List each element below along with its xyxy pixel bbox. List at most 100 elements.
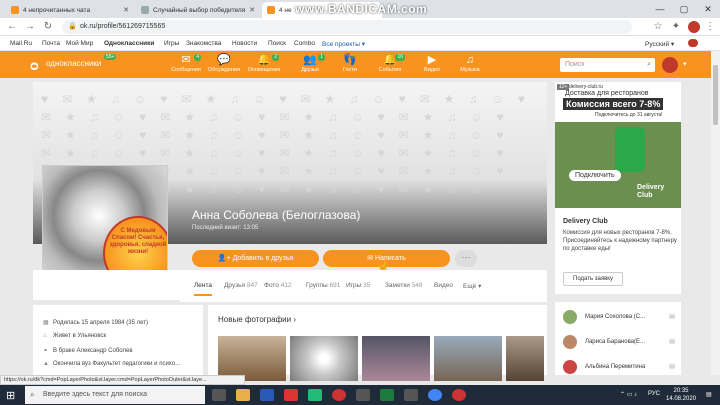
- user-avatar[interactable]: [662, 57, 678, 73]
- nav-item-bell[interactable]: 🔔 Оповещения 2: [246, 54, 282, 73]
- ad-line2: Комиссия всего 7-8%: [563, 98, 664, 110]
- portal-link[interactable]: Знакомства: [186, 40, 221, 47]
- tab-item[interactable]: Группы 691: [306, 282, 340, 289]
- minimize-icon[interactable]: —: [648, 0, 672, 18]
- portal-link[interactable]: Почта: [42, 40, 60, 47]
- message-icon[interactable]: ✉: [669, 338, 675, 346]
- back-icon[interactable]: ←: [6, 21, 18, 32]
- photo-thumbnail[interactable]: [362, 336, 430, 381]
- nav-item-chat[interactable]: 💬 Обсуждения: [206, 54, 242, 73]
- tray-icons[interactable]: ⌃ ▭ ♪: [620, 391, 637, 398]
- user-avatar-icon[interactable]: [688, 39, 698, 47]
- close-window-icon[interactable]: ✕: [696, 0, 720, 18]
- app-icon[interactable]: [284, 389, 298, 401]
- input-language[interactable]: РУС: [648, 391, 660, 397]
- clock-time: 20:35: [673, 388, 689, 394]
- word-icon[interactable]: [260, 389, 274, 401]
- message-icon[interactable]: ✉: [669, 313, 675, 321]
- nav-item-guests[interactable]: 👣 Гости: [332, 54, 368, 73]
- photo-thumbnail[interactable]: [434, 336, 502, 381]
- windows-taskbar: ⊞ ⌕ Введите здесь текст для поиска ⌃ ▭ ♪ …: [0, 385, 720, 405]
- nav-item-music[interactable]: ♫ Музыка: [452, 54, 488, 73]
- ok-logo-icon[interactable]: ᴑ: [30, 57, 44, 73]
- tab-feed[interactable]: Лента: [194, 282, 212, 296]
- star-icon[interactable]: ☆: [652, 21, 664, 32]
- camera-icon[interactable]: [356, 389, 370, 401]
- info-city[interactable]: ⌂ Живет в Ульяновск: [43, 333, 106, 339]
- extensions-icon[interactable]: ✦: [670, 21, 682, 32]
- ad-cta-button[interactable]: Подключить: [569, 170, 621, 181]
- nav-item-envelope[interactable]: ✉ Сообщения 4: [168, 54, 204, 73]
- tab-item[interactable]: Видео: [434, 282, 453, 289]
- ad-banner[interactable]: 12+ delivery-club.ru Доставка для рестор…: [555, 82, 681, 294]
- portal-link[interactable]: Все проекты ▾: [322, 40, 365, 48]
- windows-start-icon[interactable]: ⊞: [6, 389, 15, 402]
- portal-link[interactable]: Мой Мир: [66, 40, 93, 47]
- tab-item[interactable]: Ещё ▾: [463, 282, 481, 290]
- maximize-icon[interactable]: ▢: [672, 0, 696, 18]
- chevron-down-icon[interactable]: ▾: [683, 60, 687, 68]
- ad-title[interactable]: Delivery Club: [563, 218, 608, 225]
- portal-link[interactable]: Новости: [232, 40, 257, 47]
- excel-icon[interactable]: [380, 389, 394, 401]
- portal-link[interactable]: Mail.Ru: [10, 40, 32, 47]
- chrome-icon[interactable]: [428, 389, 442, 401]
- close-icon[interactable]: ✕: [119, 6, 129, 14]
- friend-name: Альбина Перемитина: [585, 364, 646, 370]
- info-text: В браке Александр Соболев: [53, 348, 133, 354]
- portal-link[interactable]: Поиск: [268, 40, 286, 47]
- tab-item[interactable]: Игры 35: [346, 282, 370, 289]
- submit-application-button[interactable]: Подать заявку: [563, 272, 623, 286]
- friend-item[interactable]: Лариса Баранова(Е... ✉: [563, 335, 679, 349]
- tab-count: 548: [411, 282, 423, 289]
- portal-link[interactable]: Одноклассники: [104, 40, 154, 47]
- ad-image[interactable]: 12+ delivery-club.ru Доставка для рестор…: [555, 82, 681, 208]
- browser-tab[interactable]: 4 непрочитанных чата ✕: [6, 2, 134, 18]
- new-photos-title[interactable]: Новые фотографии ›: [218, 315, 296, 324]
- ok-logo-text[interactable]: одноклассники: [46, 59, 101, 68]
- reload-icon[interactable]: ↻: [42, 21, 54, 32]
- tab-label: Фото: [264, 282, 279, 289]
- nav-item-video[interactable]: ▶ Видео: [414, 54, 450, 73]
- tab-item[interactable]: Заметки 548: [385, 282, 423, 289]
- clock[interactable]: 20:35 14.08.2020: [666, 387, 696, 403]
- portal-link[interactable]: Игры: [164, 40, 179, 47]
- more-button[interactable]: ···: [455, 250, 477, 267]
- photo-thumbnail[interactable]: [290, 336, 358, 381]
- search-input[interactable]: Поиск ⌕: [560, 58, 655, 72]
- opera-icon[interactable]: [332, 389, 346, 401]
- search-icon[interactable]: ⌕: [647, 58, 651, 72]
- info-education[interactable]: ▲ Окончила вуз Факультет педагогики и пси…: [43, 361, 180, 367]
- photo-thumbnail[interactable]: [506, 336, 544, 381]
- profile-avatar-icon[interactable]: [688, 21, 700, 33]
- url-input[interactable]: 🔒 ok.ru/profile/561269715565: [62, 20, 632, 34]
- language-select[interactable]: Русский ▾: [645, 40, 674, 48]
- friend-item[interactable]: Альбина Перемитина ✉: [563, 360, 679, 374]
- add-friend-button[interactable]: 👤+ Добавить в друзья: [192, 250, 319, 267]
- friend-item[interactable]: Мария Сохолова (С... ✉: [563, 310, 679, 324]
- taskbar-search-input[interactable]: ⌕ Введите здесь текст для поиска: [25, 386, 205, 404]
- task-view-icon[interactable]: [212, 389, 226, 401]
- browser-tab[interactable]: Случайный выбор победителя ✕: [136, 2, 260, 18]
- portal-link[interactable]: Combo: [294, 40, 315, 47]
- tab-label: Группы: [306, 282, 328, 289]
- portal-links-bar: Mail.Ru Почта Мой Мир Одноклассники Игры…: [0, 36, 720, 51]
- nav-item-events[interactable]: 🔔 События 16: [372, 54, 408, 73]
- scrollbar-thumb[interactable]: [713, 65, 718, 125]
- forward-icon[interactable]: →: [24, 21, 36, 32]
- info-marriage[interactable]: ⚭ В браке Александр Соболев: [43, 347, 133, 354]
- profile-tabs: Лента Друзья 847 Фото 412 Группы 691 Игры 35…: [180, 270, 547, 302]
- address-bar-row: ← → ↻ 🔒 ok.ru/profile/561269715565 ☆ ✦ ⋮: [0, 18, 720, 36]
- tab-item[interactable]: Фото 412: [264, 282, 292, 289]
- message-icon[interactable]: ✉: [669, 363, 675, 371]
- recording-icon[interactable]: [452, 389, 466, 401]
- close-icon[interactable]: ✕: [245, 6, 255, 14]
- menu-icon[interactable]: ⋮: [704, 21, 716, 32]
- app-icon[interactable]: [308, 389, 322, 401]
- page-scrollbar[interactable]: [711, 51, 720, 375]
- notifications-icon[interactable]: ▤: [706, 391, 712, 398]
- nav-item-friends[interactable]: 👥 Друзья 1: [292, 54, 328, 73]
- tab-item[interactable]: Друзья 847: [224, 282, 258, 289]
- file-explorer-icon[interactable]: [236, 389, 250, 401]
- app-icon[interactable]: [404, 389, 418, 401]
